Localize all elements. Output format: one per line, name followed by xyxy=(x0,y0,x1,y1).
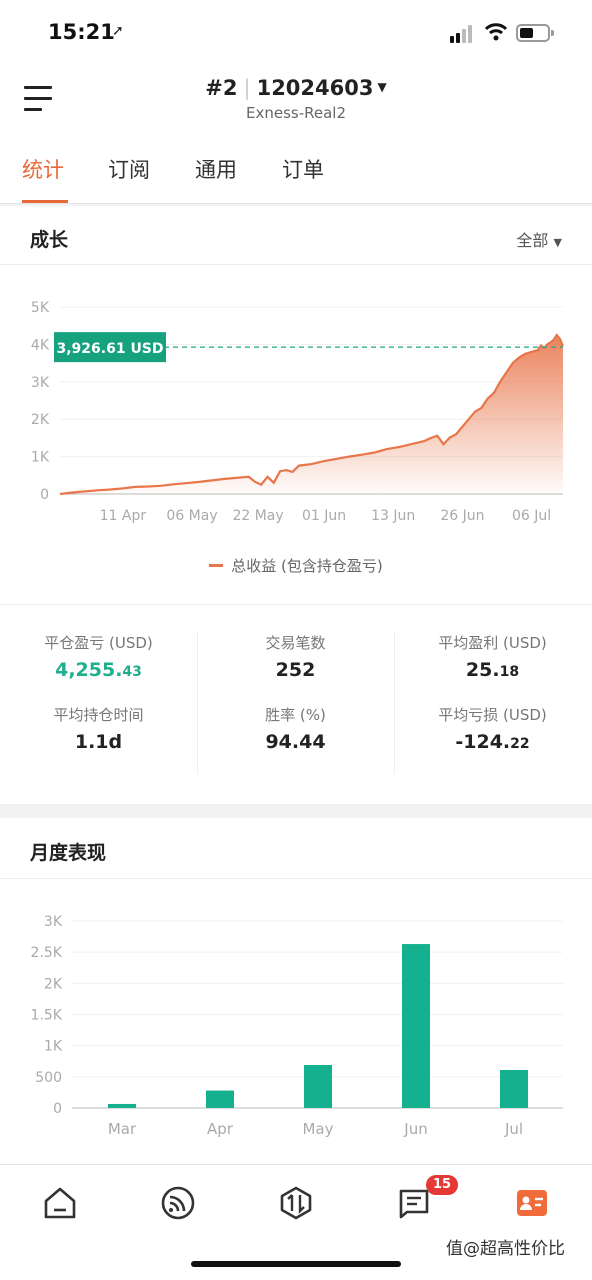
watermark: 值@超高性价比 xyxy=(446,1239,565,1259)
bar-jun xyxy=(402,944,430,1108)
growth-divider xyxy=(0,264,592,265)
x-tick-label: 22 May xyxy=(232,508,283,524)
x-tick-label: Apr xyxy=(207,1120,234,1138)
y-tick-label: 3K xyxy=(31,375,50,391)
tab-bar: 统计 订阅 通用 订单 xyxy=(0,136,592,204)
x-tick-label: 01 Jun xyxy=(302,508,346,524)
stat-item: 平均亏损 (USD) -124.22 xyxy=(394,704,591,753)
stat-value: 252 xyxy=(275,659,316,681)
stat-label: 交易笔数 xyxy=(265,634,326,652)
y-tick-label: 1K xyxy=(44,1039,63,1055)
current-value-label: 3,926.61 USD xyxy=(56,341,163,357)
battery-icon xyxy=(516,24,554,42)
wifi-icon xyxy=(484,23,508,41)
y-tick-label: 5K xyxy=(31,300,50,316)
account-prefix: #2 xyxy=(205,76,238,100)
y-tick-label: 0 xyxy=(40,487,49,503)
monthly-section: 月度表现 0 500 1K 1.5K 2K 2.5K 3K Mar Apr May Jun Jul xyxy=(0,818,592,1164)
stat-value-decimals: 43 xyxy=(122,664,142,680)
stats-separator xyxy=(394,632,395,774)
y-tick-label: 500 xyxy=(35,1070,62,1086)
stat-item: 平仓盈亏 (USD) 4,255.43 xyxy=(0,632,197,681)
x-tick-label: 11 Apr xyxy=(100,508,147,524)
stat-label: 平均亏损 (USD) xyxy=(438,706,547,724)
stats-separator xyxy=(197,632,198,774)
y-tick-label: 2.5K xyxy=(31,945,63,961)
stat-item: 胜率 (%) 94.44 xyxy=(197,704,394,753)
y-tick-label: 2K xyxy=(31,412,50,428)
status-time: 15:21 xyxy=(48,20,115,44)
tab-general[interactable]: 通用 xyxy=(195,154,237,184)
legend-label: 总收益 (包含持仓盈亏) xyxy=(231,557,383,575)
growth-legend: 总收益 (包含持仓盈亏) xyxy=(0,555,592,576)
stat-value: 1.1d xyxy=(74,731,123,753)
x-tick-label: May xyxy=(302,1120,333,1138)
growth-section: 成长 全部 ▼ 0 1K 2K 3K 4K 5K 11 Apr 06 May 22 May 01 … xyxy=(0,206,592,604)
caret-down-icon: ▼ xyxy=(377,80,387,94)
x-tick-label: Jun xyxy=(403,1120,427,1138)
stat-item: 交易笔数 252 xyxy=(197,632,394,681)
y-tick-label: 1.5K xyxy=(31,1008,63,1024)
bar-may xyxy=(304,1064,332,1108)
y-tick-label: 2K xyxy=(44,976,63,992)
stat-label: 平均盈利 (USD) xyxy=(438,634,547,652)
location-arrow-icon: ➚ xyxy=(112,23,124,39)
range-filter-label: 全部 xyxy=(516,231,549,250)
notification-badge: 15 xyxy=(426,1175,458,1195)
bar-apr xyxy=(206,1090,234,1108)
stats-divider xyxy=(0,604,592,605)
y-tick-label: 3K xyxy=(44,914,63,930)
server-name: Exness-Real2 xyxy=(245,104,346,122)
tab-subscription[interactable]: 订阅 xyxy=(108,154,150,184)
x-tick-label: Mar xyxy=(108,1120,137,1138)
x-tick-label: 06 Jul xyxy=(512,508,551,524)
app-header: #2 | 12024603 ▼ Exness-Real2 xyxy=(0,66,592,136)
stat-label: 胜率 (%) xyxy=(265,706,326,724)
account-selector[interactable]: #2 | 12024603 ▼ xyxy=(0,76,592,100)
monthly-chart: 0 500 1K 1.5K 2K 2.5K 3K Mar Apr May Jun Jul xyxy=(31,914,563,1138)
home-icon[interactable] xyxy=(40,1183,80,1223)
y-tick-label: 1K xyxy=(31,450,50,466)
stat-item: 平均盈利 (USD) 25.18 xyxy=(394,632,591,681)
x-tick-label: 06 May xyxy=(166,508,217,524)
growth-chart: 0 1K 2K 3K 4K 5K 11 Apr 06 May 22 May 01 Jun 13 Ju… xyxy=(31,300,565,524)
cellular-signal-icon xyxy=(450,25,476,43)
tab-orders[interactable]: 订单 xyxy=(282,154,324,184)
x-tick-label: 26 Jun xyxy=(440,508,484,524)
signal-feed-icon[interactable] xyxy=(158,1183,198,1223)
x-tick-label: 13 Jun xyxy=(371,508,415,524)
y-tick-label: 0 xyxy=(53,1101,62,1117)
stat-value: 4,255.43 xyxy=(55,659,142,681)
legend-line-icon xyxy=(209,564,224,567)
tab-statistics[interactable]: 统计 xyxy=(22,154,64,184)
stat-item: 平均持仓时间 1.1d xyxy=(0,704,197,753)
y-tick-label: 4K xyxy=(31,337,50,353)
stat-label: 平仓盈亏 (USD) xyxy=(44,634,153,652)
bar-jul xyxy=(500,1069,528,1108)
stat-value: 25.18 xyxy=(465,659,520,681)
growth-title: 成长 xyxy=(30,229,69,251)
monthly-divider xyxy=(0,878,592,879)
profile-card-icon[interactable] xyxy=(512,1183,552,1223)
trade-icon[interactable] xyxy=(276,1183,316,1223)
stat-value-decimals: 22 xyxy=(510,736,530,752)
stat-value-decimals: 18 xyxy=(499,664,520,680)
caret-down-icon: ▼ xyxy=(553,236,562,249)
monthly-title: 月度表现 xyxy=(30,842,107,864)
account-number: 12024603 xyxy=(256,76,374,100)
x-tick-label: Jul xyxy=(504,1120,523,1138)
stat-value: 94.44 xyxy=(265,731,326,753)
home-indicator xyxy=(191,1261,401,1267)
status-bar: 15:21 ➚ xyxy=(0,0,592,66)
active-tab-indicator xyxy=(22,200,68,203)
range-filter[interactable]: 全部 ▼ xyxy=(516,227,562,251)
stat-label: 平均持仓时间 xyxy=(53,706,144,724)
stat-value: -124.22 xyxy=(455,731,530,753)
bar-mar xyxy=(108,1103,136,1108)
